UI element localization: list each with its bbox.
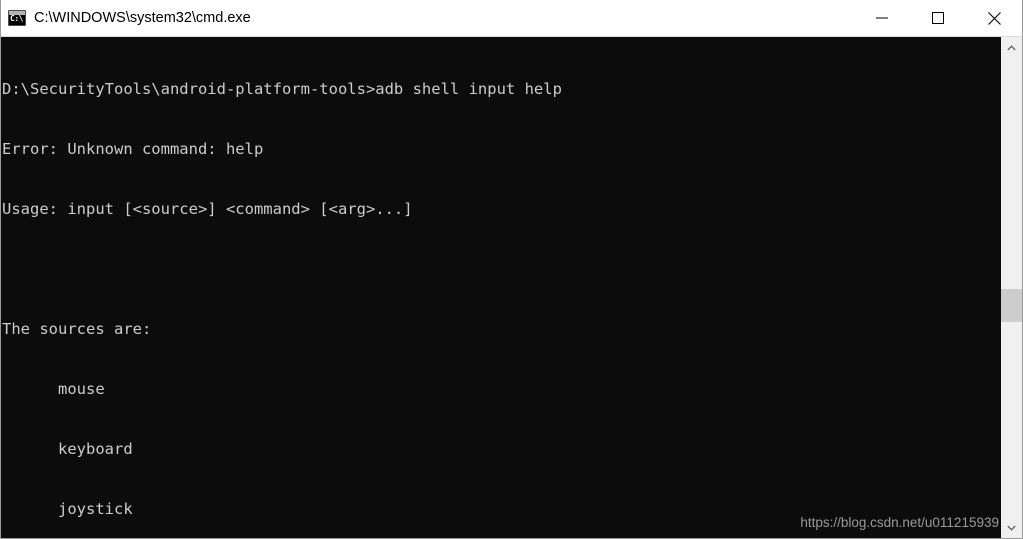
scrollbar-thumb[interactable] — [1001, 289, 1022, 322]
console-line-usage: Usage: input [<source>] <command> [<arg>… — [2, 200, 413, 218]
minimize-icon — [876, 17, 888, 19]
cmd-window: C:\ C:\WINDOWS\system32\cmd.exe D:\Secur… — [0, 0, 1023, 539]
scroll-down-button[interactable] — [1001, 517, 1022, 538]
scrollbar-track[interactable] — [1001, 58, 1022, 517]
minimize-button[interactable] — [854, 0, 910, 36]
maximize-button[interactable] — [910, 0, 966, 36]
chevron-down-icon — [1007, 525, 1016, 531]
console-area: D:\SecurityTools\android-platform-tools>… — [1, 37, 1022, 538]
titlebar[interactable]: C:\ C:\WINDOWS\system32\cmd.exe — [1, 0, 1022, 37]
window-title: C:\WINDOWS\system32\cmd.exe — [34, 10, 251, 26]
maximize-icon — [932, 12, 944, 24]
console-text-block: D:\SecurityTools\android-platform-tools>… — [1, 37, 1000, 538]
console-line: D:\SecurityTools\android-platform-tools>… — [2, 80, 562, 98]
console-scrollbar[interactable] — [1000, 37, 1022, 538]
console-line-source-mouse: mouse — [2, 380, 105, 398]
cmd-console-icon: C:\ — [8, 10, 26, 26]
chevron-up-icon — [1007, 44, 1016, 50]
scroll-up-button[interactable] — [1001, 37, 1022, 58]
console-line-source-keyboard: keyboard — [2, 440, 133, 458]
close-icon — [987, 11, 1001, 25]
console-output[interactable]: D:\SecurityTools\android-platform-tools>… — [1, 37, 1000, 538]
titlebar-left: C:\ C:\WINDOWS\system32\cmd.exe — [1, 10, 854, 26]
console-line-sources-heading: The sources are: — [2, 320, 152, 338]
cmd-icon-glyph: C:\ — [10, 14, 23, 23]
console-line-source-joystick: joystick — [2, 500, 133, 518]
window-controls — [854, 0, 1022, 36]
console-line-error: Error: Unknown command: help — [2, 140, 264, 158]
close-button[interactable] — [966, 0, 1022, 36]
